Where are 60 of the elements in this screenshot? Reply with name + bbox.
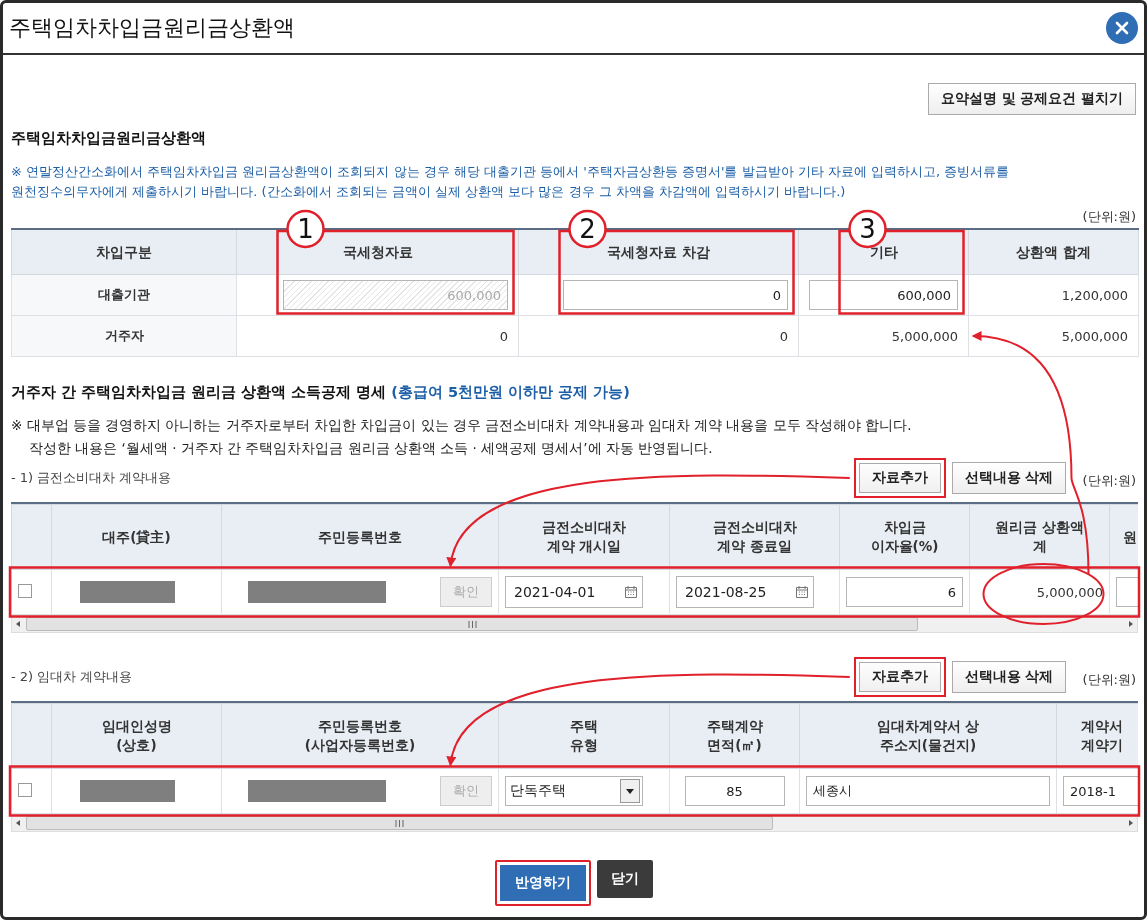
expand-summary-button[interactable]: 요약설명 및 공제요건 펼치기	[927, 83, 1136, 115]
apply-button[interactable]: 반영하기	[494, 860, 591, 906]
housing-type-dropdown[interactable]: 단독주택	[505, 776, 643, 806]
note-text: ※ 대부업 등을 경영하지 아니하는 거주자로부터 차입한 차입금이 있는 경우 금전소비대차 계약내용과 임대차 계약 내용을 모두 작성해야 합니다.	[11, 416, 913, 435]
column-header: 원리금 상환액 계	[969, 504, 1110, 570]
table-cell: 1,200,000	[968, 274, 1139, 316]
window-title: 주택임차차입금원리금상환액	[9, 14, 295, 42]
column-header: 금전소비대차 계약 개시일	[498, 504, 670, 570]
area-field[interactable]: 85	[684, 776, 785, 806]
amount-field: 600,000	[283, 280, 508, 310]
calendar-icon[interactable]	[624, 585, 638, 599]
column-header: 차입구분	[11, 229, 237, 275]
close-button[interactable]	[1106, 12, 1138, 44]
column-header: 금전소비대차 계약 종료일	[669, 504, 840, 570]
unit-label: (단위:원)	[1082, 472, 1136, 490]
address-field[interactable]: 세종시	[806, 776, 1050, 806]
add-data-button[interactable]: 자료추가	[853, 657, 946, 697]
date-field[interactable]: 2021-08-25	[676, 576, 814, 608]
row-header: 대출기관	[11, 274, 237, 316]
grip-icon	[467, 620, 477, 628]
delete-selected-button[interactable]: 선택내용 삭제	[951, 462, 1067, 494]
amount-field[interactable]: 6	[846, 577, 963, 607]
unit-label: (단위:원)	[1081, 208, 1136, 226]
column-header: 대주(貸主)	[51, 504, 222, 570]
subsection-title: - 2) 임대차 계약내용	[11, 668, 133, 686]
dropdown-arrow-icon	[626, 788, 634, 794]
column-header: 계약서 계약기	[1056, 703, 1138, 769]
amount-field[interactable]	[1116, 577, 1138, 607]
table-cell: 5,000,000	[798, 315, 969, 357]
address-field[interactable]: 2018-1	[1063, 776, 1138, 806]
close-dialog-button[interactable]: 닫기	[596, 860, 653, 898]
table-cell: 5,000,000	[968, 315, 1139, 357]
table-cell: 0	[518, 315, 799, 357]
note-text: 작성한 내용은 ‘월세액 · 거주자 간 주택임차차입금 원리금 상환액 소득 · 세액공제 명세서’에 자동 반영됩니다.	[28, 439, 714, 458]
column-header: 주택계약 면적(㎡)	[669, 703, 800, 769]
subsection-title: - 1) 금전소비대차 계약내용	[11, 469, 172, 487]
column-header: 임대인성명 (상호)	[51, 703, 222, 769]
row-checkbox[interactable]	[18, 583, 32, 598]
row-header: 거주자	[11, 315, 237, 357]
amount-field[interactable]: 600,000	[809, 280, 958, 310]
column-header: 임대차계약서 상 주소지(물건지)	[799, 703, 1057, 769]
notice-text: ※ 연말정산간소화에서 주택임차차입금 원리금상환액이 조회되지 않는 경우 해당 대출기관 등에서 '주택자금상환등 증명서'를 발급받아 기타 자료에 입력하시고, 증빙서류를 원천징수의무자에게 제출하시기 바랍니다. (간소화에서 조회되는 금액이 실제 상환액 보다 많은 경우 그 차액을 차감액에 입력하시기 바랍니다.)	[11, 163, 1011, 201]
column-header: 상환액 합계	[968, 229, 1139, 275]
calendar-icon[interactable]	[795, 585, 809, 599]
amount-field[interactable]: 0	[563, 280, 788, 310]
delete-selected-button[interactable]: 선택내용 삭제	[951, 661, 1067, 693]
column-header: 주민등록번호	[221, 504, 499, 570]
column-header: 주민등록번호 (사업자등록번호)	[221, 703, 499, 769]
close-icon	[1115, 21, 1129, 35]
column-header: 주택 유형	[498, 703, 670, 769]
add-data-button[interactable]: 자료추가	[853, 458, 946, 498]
row-checkbox[interactable]	[18, 782, 32, 797]
unit-label: (단위:원)	[1082, 671, 1136, 689]
grip-icon	[395, 819, 404, 827]
date-field[interactable]: 2021-04-01	[505, 576, 643, 608]
section-heading: 거주자 간 주택임차차입금 원리금 상환액 소득공제 명세 (총급여 5천만원 이하만 공제 가능)	[11, 383, 631, 402]
column-header: 차입금 이자율(%)	[839, 504, 970, 570]
table-cell: 5,000,000	[969, 569, 1110, 615]
table-cell: 0	[236, 315, 519, 357]
section-heading: 주택임차차입금원리금상환액	[11, 129, 207, 148]
